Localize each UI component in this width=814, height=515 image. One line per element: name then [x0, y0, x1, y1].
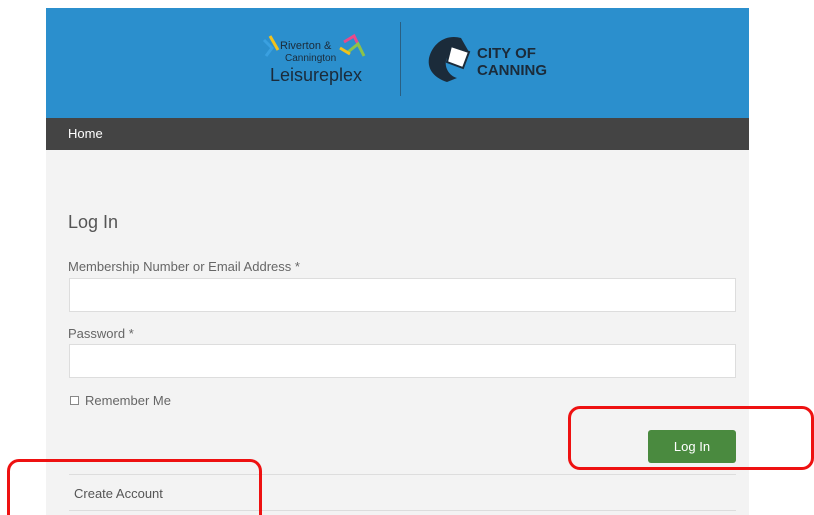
logo-left-line2: Cannington [285, 53, 336, 64]
nav-home-link[interactable]: Home [68, 126, 103, 141]
remember-me-checkbox[interactable] [70, 396, 79, 405]
username-label: Membership Number or Email Address * [68, 259, 300, 274]
logo-divider [400, 22, 401, 96]
logo-right-line2: CANNING [477, 62, 547, 79]
main-nav: Home [46, 118, 749, 150]
password-label: Password * [68, 326, 134, 341]
logo-right-line1: CITY OF [477, 45, 536, 62]
password-input[interactable] [69, 344, 736, 378]
remember-me-row[interactable]: Remember Me [70, 393, 171, 408]
username-input[interactable] [69, 278, 736, 312]
logo-left-line1: Riverton & [280, 40, 332, 52]
site-header: Riverton & Cannington Leisureplex CITY O… [46, 8, 749, 118]
city-of-canning-logo: CITY OF CANNING [428, 36, 547, 82]
page-title: Log In [68, 212, 119, 232]
highlight-login-annotation [568, 406, 814, 470]
highlight-create-account-annotation [7, 459, 262, 515]
leisureplex-logo: Riverton & Cannington Leisureplex [262, 33, 366, 85]
remember-me-label: Remember Me [85, 393, 171, 408]
logo-left-line3: Leisureplex [270, 65, 362, 85]
